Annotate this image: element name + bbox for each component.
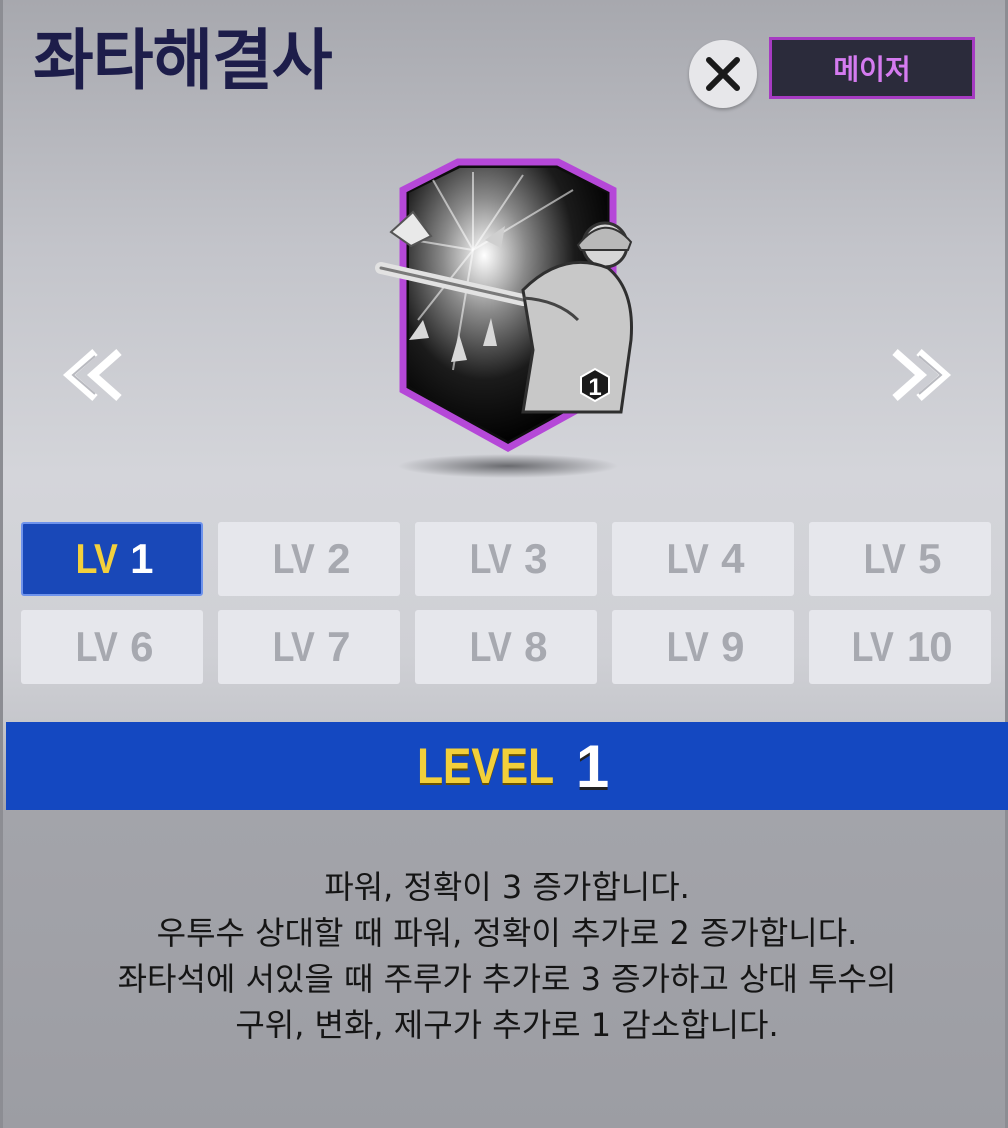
- level-tab-1[interactable]: LV 1: [21, 522, 203, 596]
- level-tab-6[interactable]: LV 6: [21, 610, 203, 684]
- close-button[interactable]: [689, 40, 757, 108]
- level-tab-number: 4: [721, 535, 744, 582]
- level-tab-prefix: LV: [666, 623, 708, 670]
- level-tab-prefix: LV: [272, 623, 314, 670]
- level-tab-prefix: LV: [469, 535, 511, 582]
- grade-tag: 메이저: [769, 37, 975, 99]
- close-icon: [706, 57, 740, 91]
- level-tab-prefix: LV: [852, 623, 894, 670]
- level-tab-8[interactable]: LV 8: [415, 610, 597, 684]
- description-line: 파워, 정확이 3 증가합니다.: [324, 868, 690, 906]
- next-arrow-icon[interactable]: [883, 340, 953, 410]
- level-tab-prefix: LV: [75, 535, 117, 582]
- badge-level-marker: 1: [588, 374, 601, 401]
- selected-level-banner: LEVEL 1: [6, 722, 1008, 810]
- level-tab-number: 3: [524, 535, 547, 582]
- level-tab-prefix: LV: [75, 623, 117, 670]
- level-tab-number: 5: [918, 535, 941, 582]
- description-line: 좌타석에 서있을 때 주루가 추가로 3 증가하고 상대 투수의: [117, 960, 897, 998]
- level-tab-7[interactable]: LV 7: [218, 610, 400, 684]
- level-banner-label: LEVEL: [416, 738, 554, 794]
- level-tab-number: 8: [524, 623, 547, 670]
- level-tab-prefix: LV: [469, 623, 511, 670]
- level-tab-prefix: LV: [666, 535, 708, 582]
- level-tab-prefix: LV: [272, 535, 314, 582]
- level-tab-4[interactable]: LV 4: [612, 522, 794, 596]
- skill-detail-panel: 좌타해결사 메이저 1 LV 1 LV 2 LV 3 LV 4 LV 5 LV …: [0, 0, 1008, 1128]
- level-tab-number: 1: [130, 535, 153, 582]
- level-tab-number: 9: [721, 623, 744, 670]
- level-tab-10[interactable]: LV 10: [809, 610, 991, 684]
- skill-badge-image: 1: [375, 158, 633, 478]
- level-tab-5[interactable]: LV 5: [809, 522, 991, 596]
- description-line: 우투수 상대할 때 파워, 정확이 추가로 2 증가합니다.: [156, 914, 858, 952]
- level-tab-3[interactable]: LV 3: [415, 522, 597, 596]
- skill-description: 파워, 정확이 3 증가합니다. 우투수 상대할 때 파워, 정확이 추가로 2…: [33, 864, 981, 1048]
- level-selector: LV 1 LV 2 LV 3 LV 4 LV 5 LV 6 LV 7 LV 8 LV 9 LV 10: [21, 522, 993, 684]
- level-tab-number: 10: [906, 623, 953, 670]
- level-tab-9[interactable]: LV 9: [612, 610, 794, 684]
- page-title: 좌타해결사: [33, 22, 333, 99]
- level-tab-number: 7: [327, 623, 350, 670]
- description-line: 구위, 변화, 제구가 추가로 1 감소합니다.: [235, 1006, 779, 1044]
- level-tab-prefix: LV: [863, 535, 905, 582]
- previous-arrow-icon[interactable]: [61, 340, 131, 410]
- level-tab-2[interactable]: LV 2: [218, 522, 400, 596]
- level-tab-number: 6: [130, 623, 153, 670]
- level-tab-number: 2: [327, 535, 350, 582]
- level-banner-number: 1: [575, 732, 610, 800]
